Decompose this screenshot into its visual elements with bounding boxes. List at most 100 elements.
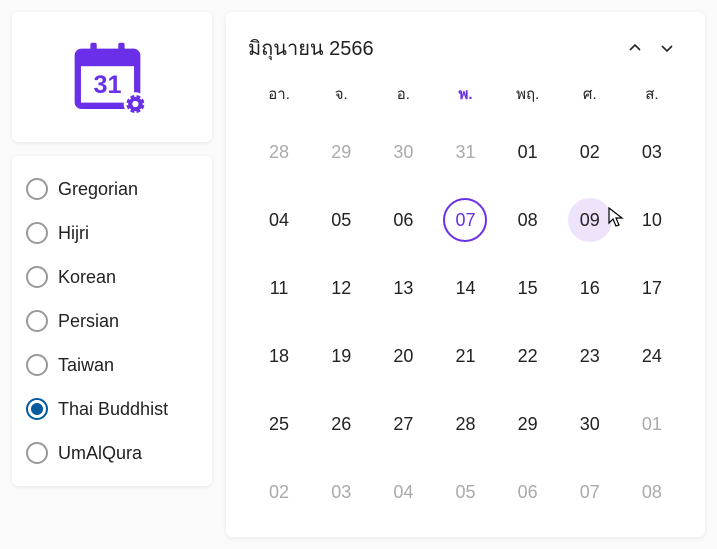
day-cell[interactable]: 28	[248, 118, 310, 186]
day-cell[interactable]: 08	[621, 458, 683, 526]
day-cell[interactable]: 11	[248, 254, 310, 322]
calendar-type-label: Persian	[58, 311, 119, 332]
day-number: 20	[381, 334, 425, 378]
day-cell[interactable]: 25	[248, 390, 310, 458]
day-cell[interactable]: 01	[497, 118, 559, 186]
day-number: 23	[568, 334, 612, 378]
day-cell[interactable]: 23	[559, 322, 621, 390]
day-cell[interactable]: 30	[372, 118, 434, 186]
day-number: 30	[381, 130, 425, 174]
day-cell[interactable]: 03	[621, 118, 683, 186]
calendar-logo-icon: 31	[67, 32, 157, 122]
day-number: 07	[443, 198, 487, 242]
day-number: 08	[630, 470, 674, 514]
day-number: 24	[630, 334, 674, 378]
day-cell[interactable]: 04	[248, 186, 310, 254]
day-cell[interactable]: 09	[559, 186, 621, 254]
prev-month-button[interactable]	[619, 32, 651, 64]
day-number: 02	[568, 130, 612, 174]
day-number: 01	[506, 130, 550, 174]
days-grid: 2829303101020304050607080910111213141516…	[248, 118, 683, 526]
day-number: 03	[630, 130, 674, 174]
day-cell[interactable]: 22	[497, 322, 559, 390]
radio-icon	[26, 442, 48, 464]
calendar-type-option[interactable]: Thai Buddhist	[26, 390, 198, 428]
day-cell[interactable]: 29	[497, 390, 559, 458]
day-number: 13	[381, 266, 425, 310]
day-cell[interactable]: 03	[310, 458, 372, 526]
radio-icon	[26, 354, 48, 376]
calendar-type-option[interactable]: Gregorian	[26, 170, 198, 208]
calendar-type-label: Hijri	[58, 223, 89, 244]
calendar-type-label: Gregorian	[58, 179, 138, 200]
day-cell[interactable]: 28	[434, 390, 496, 458]
day-cell[interactable]: 30	[559, 390, 621, 458]
day-number: 16	[568, 266, 612, 310]
calendar-logo-card: 31	[12, 12, 212, 142]
day-cell[interactable]: 02	[248, 458, 310, 526]
day-cell[interactable]: 19	[310, 322, 372, 390]
day-cell[interactable]: 13	[372, 254, 434, 322]
day-cell[interactable]: 05	[310, 186, 372, 254]
day-cell[interactable]: 29	[310, 118, 372, 186]
day-number: 04	[381, 470, 425, 514]
day-cell[interactable]: 14	[434, 254, 496, 322]
day-cell[interactable]: 05	[434, 458, 496, 526]
day-cell[interactable]: 15	[497, 254, 559, 322]
calendar-type-label: UmAlQura	[58, 443, 142, 464]
day-number: 31	[443, 130, 487, 174]
day-number: 19	[319, 334, 363, 378]
day-cell[interactable]: 04	[372, 458, 434, 526]
calendar-type-option[interactable]: Korean	[26, 258, 198, 296]
day-number: 07	[568, 470, 612, 514]
calendar-type-option[interactable]: Hijri	[26, 214, 198, 252]
day-number: 21	[443, 334, 487, 378]
calendar-type-option[interactable]: UmAlQura	[26, 434, 198, 472]
day-cell[interactable]: 24	[621, 322, 683, 390]
radio-icon	[26, 178, 48, 200]
day-number: 25	[257, 402, 301, 446]
day-cell[interactable]: 07	[559, 458, 621, 526]
weekday-cell: พ.	[434, 82, 496, 106]
calendar-type-option[interactable]: Persian	[26, 302, 198, 340]
day-cell[interactable]: 01	[621, 390, 683, 458]
day-cell[interactable]: 16	[559, 254, 621, 322]
day-number: 05	[319, 198, 363, 242]
day-number: 28	[257, 130, 301, 174]
weekday-cell: อา.	[248, 82, 310, 106]
calendar-type-label: Korean	[58, 267, 116, 288]
day-cell[interactable]: 06	[372, 186, 434, 254]
day-cell[interactable]: 20	[372, 322, 434, 390]
day-number: 01	[630, 402, 674, 446]
day-cell[interactable]: 17	[621, 254, 683, 322]
day-cell[interactable]: 26	[310, 390, 372, 458]
calendar-type-option[interactable]: Taiwan	[26, 346, 198, 384]
calendar-panel: มิถุนายน 2566 อา.จ.อ.พ.พฤ.ศ.ส. 282930310…	[226, 12, 705, 537]
day-cell[interactable]: 07	[434, 186, 496, 254]
day-number: 26	[319, 402, 363, 446]
day-cell[interactable]: 10	[621, 186, 683, 254]
day-number: 15	[506, 266, 550, 310]
day-cell[interactable]: 31	[434, 118, 496, 186]
day-cell[interactable]: 12	[310, 254, 372, 322]
day-number: 04	[257, 198, 301, 242]
day-number: 14	[443, 266, 487, 310]
weekday-cell: จ.	[310, 82, 372, 106]
next-month-button[interactable]	[651, 32, 683, 64]
day-number: 11	[257, 266, 301, 310]
day-cell[interactable]: 06	[497, 458, 559, 526]
day-cell[interactable]: 21	[434, 322, 496, 390]
weekday-cell: ศ.	[559, 82, 621, 106]
day-number: 10	[630, 198, 674, 242]
day-cell[interactable]: 27	[372, 390, 434, 458]
day-number: 09	[568, 198, 612, 242]
day-number: 06	[381, 198, 425, 242]
weekday-cell: ส.	[621, 82, 683, 106]
day-number: 17	[630, 266, 674, 310]
calendar-title[interactable]: มิถุนายน 2566	[248, 32, 619, 64]
day-cell[interactable]: 08	[497, 186, 559, 254]
day-cell[interactable]: 02	[559, 118, 621, 186]
radio-icon	[26, 398, 48, 420]
day-number: 12	[319, 266, 363, 310]
day-cell[interactable]: 18	[248, 322, 310, 390]
